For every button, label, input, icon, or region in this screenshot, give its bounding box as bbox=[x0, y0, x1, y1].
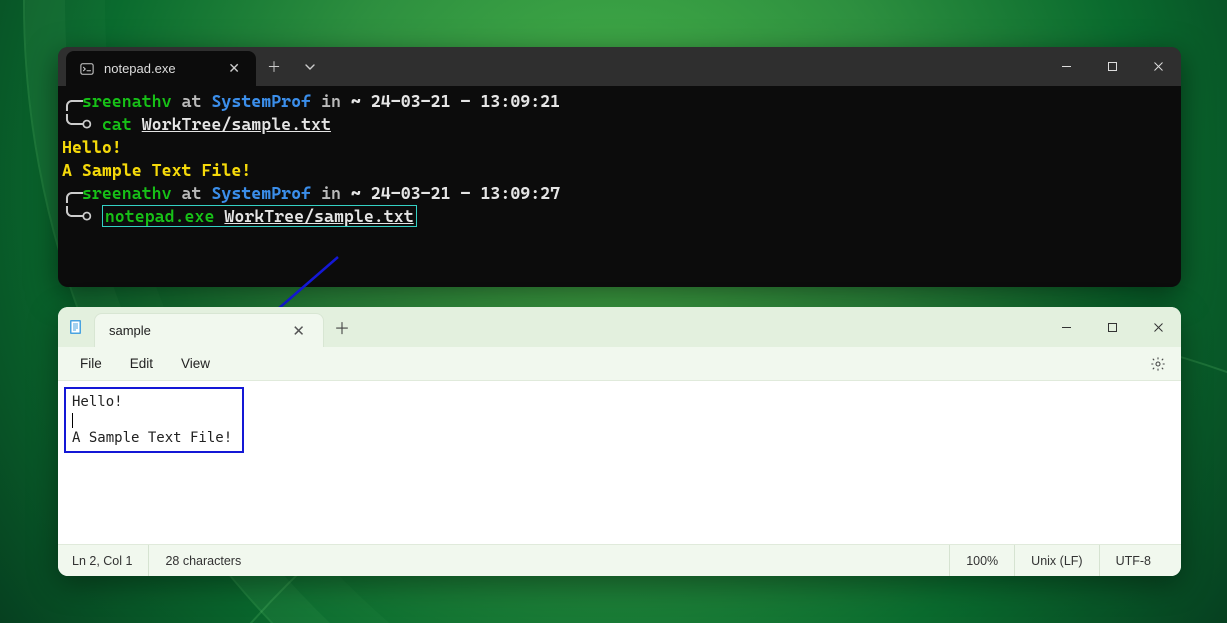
notepad-menubar: File Edit View bbox=[58, 347, 1181, 381]
titlebar-spacer[interactable] bbox=[328, 47, 1043, 86]
status-char-count: 28 characters bbox=[148, 545, 257, 576]
close-tab-button[interactable]: ✕ bbox=[288, 320, 309, 342]
terminal-tab[interactable]: notepad.exe ✕ bbox=[66, 51, 256, 86]
new-tab-button[interactable]: ＋ bbox=[256, 47, 292, 86]
status-line-ending[interactable]: Unix (LF) bbox=[1014, 545, 1098, 576]
titlebar-spacer[interactable] bbox=[360, 307, 1043, 347]
status-cursor-position: Ln 2, Col 1 bbox=[72, 545, 148, 576]
command-line-2-highlighted: ╰─○ notepad.exe WorkTree/sample.txt bbox=[62, 205, 1177, 228]
text-cursor bbox=[72, 413, 73, 428]
terminal-output-line: Hello! bbox=[62, 136, 1177, 159]
close-tab-button[interactable]: ✕ bbox=[224, 56, 244, 81]
maximize-button[interactable] bbox=[1089, 47, 1135, 86]
close-button[interactable] bbox=[1135, 307, 1181, 347]
terminal-output-line: A Sample Text File! bbox=[62, 159, 1177, 182]
minimize-button[interactable] bbox=[1043, 47, 1089, 86]
tab-dropdown-button[interactable] bbox=[292, 47, 328, 86]
command-line-1: ╰─○ cat WorkTree/sample.txt bbox=[62, 113, 1177, 136]
notepad-tab-title: sample bbox=[109, 323, 151, 338]
new-tab-button[interactable]: ＋ bbox=[324, 307, 360, 347]
editor-content-highlight: Hello! A Sample Text File! bbox=[64, 387, 244, 453]
status-encoding[interactable]: UTF-8 bbox=[1099, 545, 1167, 576]
minimize-button[interactable] bbox=[1043, 307, 1089, 347]
settings-button[interactable] bbox=[1145, 351, 1171, 377]
notepad-editor[interactable]: Hello! A Sample Text File! bbox=[58, 381, 1181, 544]
status-zoom[interactable]: 100% bbox=[949, 545, 1014, 576]
prompt-line-2: ╭─sreenathv at SystemProf in ~ 24-03-21 … bbox=[62, 182, 1177, 205]
menu-file[interactable]: File bbox=[68, 351, 114, 376]
close-button[interactable] bbox=[1135, 47, 1181, 86]
notepad-app-icon bbox=[58, 307, 94, 347]
terminal-tab-title: notepad.exe bbox=[104, 61, 176, 76]
notepad-titlebar[interactable]: sample ✕ ＋ bbox=[58, 307, 1181, 347]
menu-edit[interactable]: Edit bbox=[118, 351, 165, 376]
menu-view[interactable]: View bbox=[169, 351, 222, 376]
maximize-button[interactable] bbox=[1089, 307, 1135, 347]
terminal-icon bbox=[80, 62, 94, 76]
notepad-statusbar: Ln 2, Col 1 28 characters 100% Unix (LF)… bbox=[58, 544, 1181, 576]
terminal-body[interactable]: ╭─sreenathv at SystemProf in ~ 24-03-21 … bbox=[58, 86, 1181, 287]
prompt-line-1: ╭─sreenathv at SystemProf in ~ 24-03-21 … bbox=[62, 90, 1177, 113]
notepad-window: sample ✕ ＋ File Edit View Hello! A Sampl… bbox=[58, 307, 1181, 576]
terminal-titlebar[interactable]: notepad.exe ✕ ＋ bbox=[58, 47, 1181, 86]
terminal-window: notepad.exe ✕ ＋ ╭─sreenathv at SystemPro… bbox=[58, 47, 1181, 287]
notepad-tab[interactable]: sample ✕ bbox=[94, 313, 324, 347]
